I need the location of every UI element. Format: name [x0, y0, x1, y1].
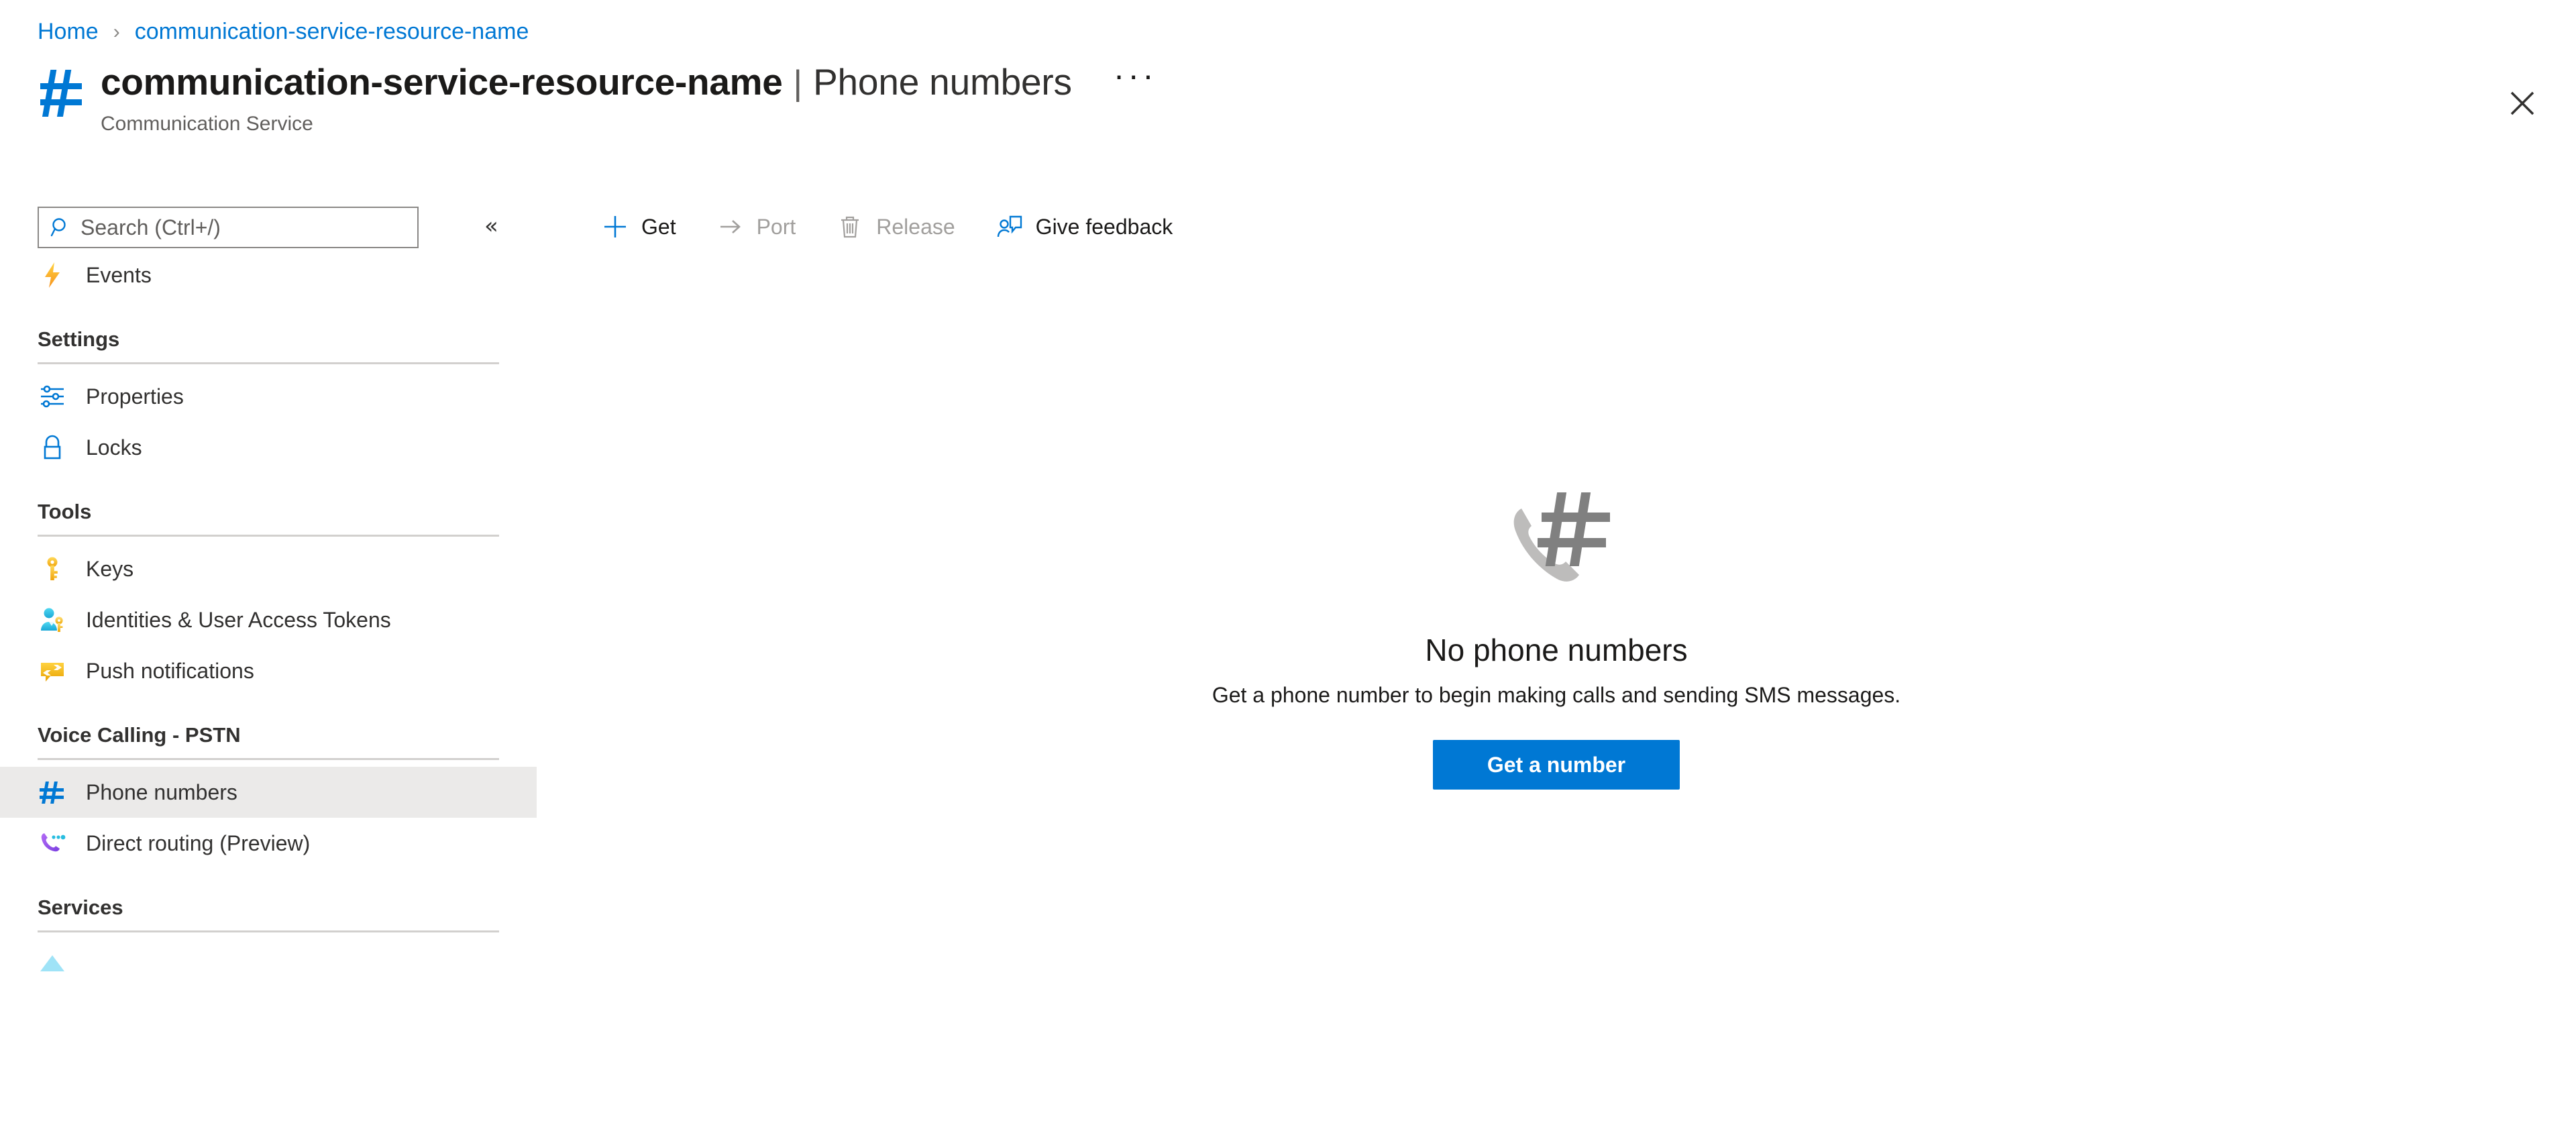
trash-icon	[836, 213, 864, 241]
get-a-number-button[interactable]: Get a number	[1433, 740, 1680, 790]
get-button-label: Get	[641, 214, 676, 239]
key-icon	[38, 554, 67, 584]
port-button-label: Port	[756, 214, 796, 239]
sidebar-item-phone-numbers[interactable]: Phone numbers	[0, 767, 537, 818]
sidebar-group-rule	[38, 758, 499, 760]
sidebar-group-voice-calling-title: Voice Calling - PSTN	[38, 723, 241, 747]
more-options-button[interactable]: ···	[1114, 58, 1157, 92]
azure-portal-blade: Home › communication-service-resource-na…	[0, 0, 2576, 1127]
empty-state-title: No phone numbers	[1425, 633, 1688, 667]
port-button: Port	[704, 203, 808, 251]
sidebar-item-label: Properties	[86, 384, 184, 409]
sidebar-item-label: Phone numbers	[86, 780, 237, 804]
push-notification-icon	[38, 656, 67, 686]
give-feedback-button-label: Give feedback	[1035, 214, 1173, 239]
sidebar-item-label: Keys	[86, 556, 134, 581]
plus-icon	[601, 213, 629, 241]
sidebar-item-events[interactable]: Events	[0, 250, 537, 301]
release-button-label: Release	[876, 214, 955, 239]
breadcrumb-separator-icon: ›	[113, 20, 120, 43]
search-box[interactable]	[38, 207, 419, 248]
sidebar-group-rule	[38, 535, 499, 537]
user-key-icon	[38, 605, 67, 635]
arrow-right-icon	[716, 213, 745, 241]
search-input[interactable]	[80, 215, 396, 240]
breadcrumb: Home › communication-service-resource-na…	[38, 19, 529, 45]
empty-state-description: Get a phone number to begin making calls…	[1212, 683, 1901, 707]
blade-sidebar: « Events Settings	[0, 192, 537, 1127]
close-icon[interactable]	[2504, 85, 2541, 122]
hash-icon	[38, 67, 86, 119]
search-icon	[50, 216, 72, 239]
feedback-person-icon	[996, 213, 1024, 241]
sidebar-group-tools-title: Tools	[38, 500, 92, 523]
triangle-icon	[38, 950, 67, 979]
sidebar-group-rule	[38, 362, 499, 364]
sidebar-group-services-title: Services	[38, 896, 123, 919]
sidebar-item-locks[interactable]: Locks	[0, 422, 537, 473]
sidebar-item-label: Identities & User Access Tokens	[86, 607, 391, 632]
events-lightning-icon	[38, 260, 67, 290]
title-divider: |	[793, 64, 803, 103]
direct-routing-phone-icon	[38, 828, 67, 858]
sidebar-item-direct-routing[interactable]: Direct routing (Preview)	[0, 818, 537, 869]
sidebar-item-properties[interactable]: Properties	[0, 371, 537, 422]
give-feedback-button[interactable]: Give feedback	[983, 203, 1185, 251]
breadcrumb-home-link[interactable]: Home	[38, 19, 99, 45]
properties-sliders-icon	[38, 382, 67, 411]
breadcrumb-resource-link[interactable]: communication-service-resource-name	[135, 19, 529, 45]
phone-hash-icon	[1489, 480, 1623, 614]
hash-icon	[38, 777, 67, 807]
page-title-blade: Phone numbers	[813, 61, 1072, 103]
blade-title-row: communication-service-resource-name | Ph…	[38, 58, 1157, 136]
get-button[interactable]: Get	[589, 203, 688, 251]
sidebar-item-label: Locks	[86, 435, 142, 460]
page-subtitle: Communication Service	[101, 113, 313, 135]
blade-title-block: communication-service-resource-name | Ph…	[101, 58, 1157, 136]
sidebar-group-rule	[38, 930, 499, 932]
empty-state: No phone numbers Get a phone number to b…	[537, 480, 2576, 790]
sidebar-group-settings-title: Settings	[38, 327, 120, 351]
sidebar-item-keys[interactable]: Keys	[0, 543, 537, 594]
lock-icon	[38, 433, 67, 462]
sidebar-item-label: Events	[86, 262, 152, 287]
release-button: Release	[824, 203, 967, 251]
sidebar-search-row: «	[0, 200, 537, 250]
sidebar-item-label: Push notifications	[86, 658, 254, 683]
blade-content: Get Port Release Give feedback No phone …	[537, 192, 2576, 1127]
page-title-resource: communication-service-resource-name	[101, 61, 783, 103]
chevron-double-left-icon[interactable]: «	[484, 215, 498, 237]
command-bar: Get Port Release Give feedback	[537, 192, 2576, 262]
sidebar-item-partial[interactable]	[0, 939, 537, 990]
sidebar-item-push-notifications[interactable]: Push notifications	[0, 645, 537, 696]
sidebar-item-identities-user-access-tokens[interactable]: Identities & User Access Tokens	[0, 594, 537, 645]
sidebar-item-label: Direct routing (Preview)	[86, 830, 311, 855]
